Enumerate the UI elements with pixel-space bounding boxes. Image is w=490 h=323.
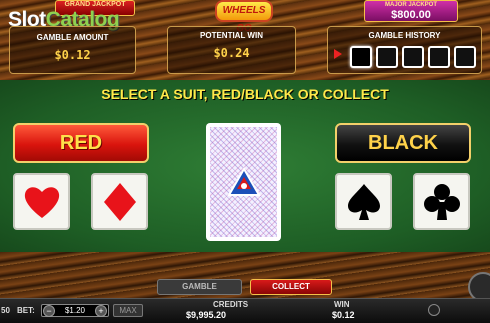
spade-icon (347, 183, 380, 220)
bet-value: $1.20 (64, 306, 86, 315)
gamble-amount-value: $0.12 (54, 48, 91, 62)
history-slot (350, 46, 372, 68)
potential-win-value: $0.24 (213, 46, 250, 60)
lines-value: 50 (1, 306, 10, 315)
collect-button[interactable]: COLLECT (250, 279, 332, 295)
club-icon (423, 183, 460, 220)
history-slot (454, 46, 476, 68)
tab-gamble[interactable]: GAMBLE (157, 279, 242, 295)
gamble-history-label: GAMBLE HISTORY (368, 31, 441, 40)
win-value: $0.12 (332, 310, 355, 320)
autoplay-button[interactable] (428, 304, 440, 316)
potential-win-panel: POTENTIAL WIN $0.24 (167, 26, 296, 74)
bet-increase-button[interactable]: + (95, 305, 107, 317)
gamble-amount-label: GAMBLE AMOUNT (36, 33, 109, 42)
credits-value: $9,995.20 (186, 310, 227, 320)
face-down-card (206, 123, 281, 241)
diamond-icon (103, 182, 136, 221)
win-label: WIN (334, 300, 350, 309)
clubs-button[interactable] (413, 173, 470, 230)
credits-label: CREDITS (213, 300, 249, 309)
card-back-logo-icon (226, 167, 261, 196)
heart-icon (24, 186, 59, 218)
potential-win-label: POTENTIAL WIN (200, 31, 263, 40)
history-slot (402, 46, 424, 68)
major-jackpot-value: $800.00 (391, 9, 431, 21)
gamble-history-panel: GAMBLE HISTORY (327, 26, 482, 74)
bottom-wood-banner (0, 252, 490, 298)
major-jackpot-label: MAJOR JACKPOT (384, 2, 437, 8)
history-pointer-icon (334, 49, 342, 59)
hearts-button[interactable] (13, 173, 70, 230)
black-button[interactable]: BLACK (335, 123, 471, 163)
bet-decrease-button[interactable]: − (43, 305, 55, 317)
instruction-text: SELECT A SUIT, RED/BLACK OR COLLECT (101, 86, 389, 102)
history-slot (376, 46, 398, 68)
diamonds-button[interactable] (91, 173, 148, 230)
major-jackpot-badge: MAJOR JACKPOT $800.00 (364, 0, 458, 22)
spades-button[interactable] (335, 173, 392, 230)
grand-jackpot-label: GRAND JACKPOT (64, 1, 126, 8)
game-logo: WHEELS GO (215, 0, 273, 34)
max-bet-button[interactable]: MAX (113, 304, 143, 317)
bet-label: BET: (17, 306, 35, 315)
history-slots (350, 46, 476, 68)
red-button[interactable]: RED (13, 123, 149, 163)
gamble-amount-panel: GAMBLE AMOUNT $0.12 (9, 26, 136, 74)
history-slot (428, 46, 450, 68)
card-back (210, 127, 277, 237)
